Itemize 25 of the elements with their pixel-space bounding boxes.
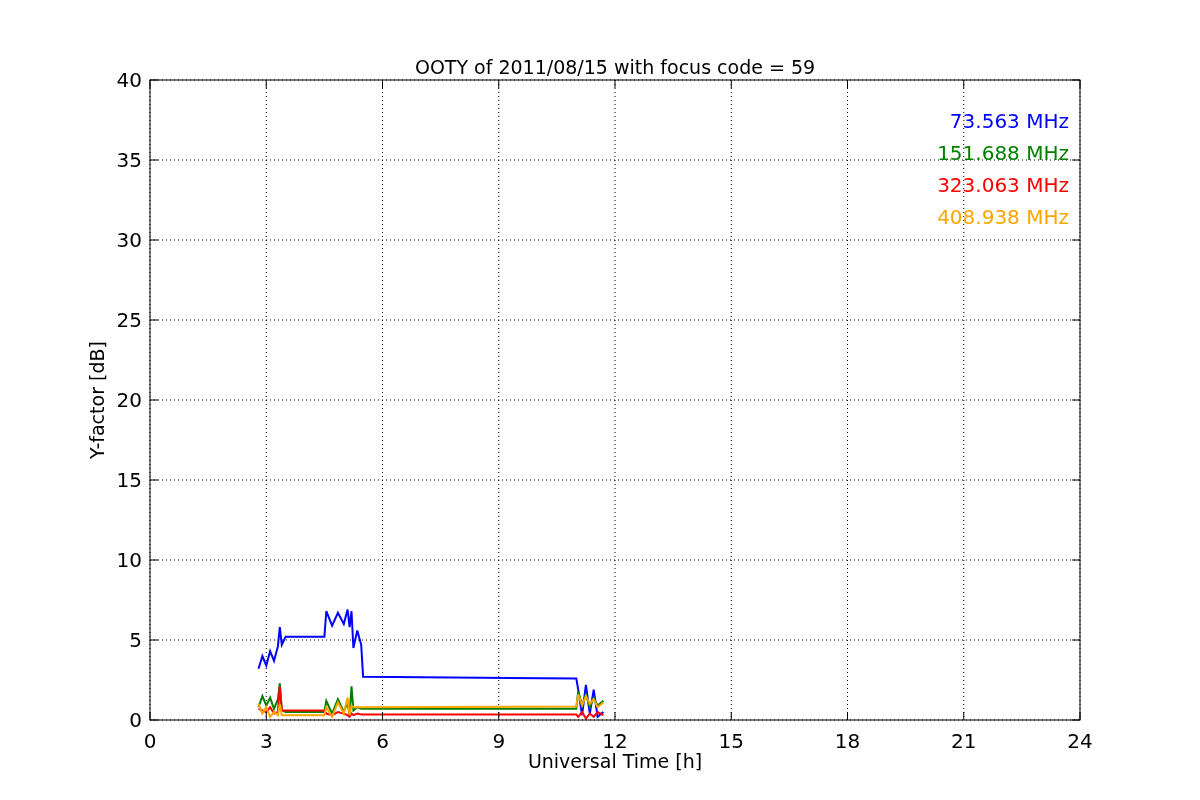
legend-label: 408.938 MHz (937, 205, 1069, 229)
x-tick-label: 6 (376, 729, 389, 753)
y-tick-label: 10 (116, 548, 142, 572)
y-tick-label: 35 (116, 148, 142, 172)
legend-label: 323.063 MHz (937, 173, 1069, 197)
y-tick-label: 30 (116, 228, 142, 252)
x-tick-label: 15 (718, 729, 744, 753)
x-tick-label: 18 (834, 729, 861, 753)
chart-title: OOTY of 2011/08/15 with focus code = 59 (414, 56, 816, 78)
y-axis-label: Y-factor [dB] (86, 341, 108, 459)
legend-label: 151.688 MHz (937, 141, 1069, 165)
y-tick-label: 20 (116, 388, 142, 412)
x-tick-label: 12 (602, 729, 628, 753)
x-axis-label: Universal Time [h] (527, 750, 703, 772)
y-tick-label: 25 (116, 308, 142, 332)
y-tick-label: 40 (116, 68, 142, 92)
y-tick-label: 5 (129, 628, 142, 652)
x-tick-label: 9 (492, 729, 506, 753)
x-tick-label: 21 (951, 729, 977, 753)
x-tick-label: 3 (259, 729, 273, 753)
x-tick-label: 0 (143, 729, 157, 753)
y-tick-label: 15 (116, 468, 142, 492)
x-tick-label: 24 (1067, 729, 1093, 753)
legend-label: 73.563 MHz (949, 109, 1069, 133)
y-tick-label: 0 (129, 708, 142, 732)
